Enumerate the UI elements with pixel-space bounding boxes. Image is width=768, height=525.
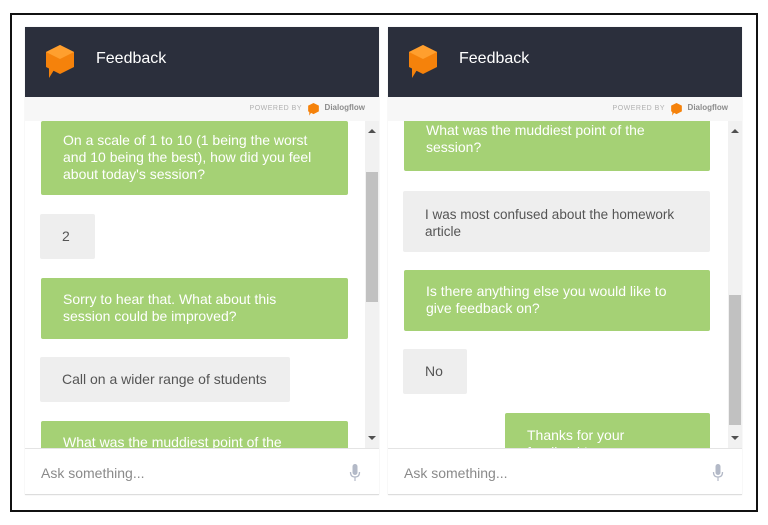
message-list: On a scale of 1 to 10 (1 being the worst… <box>25 121 365 448</box>
dialogflow-logo-icon <box>671 103 682 116</box>
ask-something-input[interactable] <box>402 461 696 485</box>
bot-message: On a scale of 1 to 10 (1 being the worst… <box>41 121 348 195</box>
powered-by-label: POWERED BY <box>612 105 665 112</box>
bot-message: Sorry to hear that. What about this sess… <box>41 278 348 339</box>
scroll-down-arrow-icon[interactable] <box>368 436 376 440</box>
powered-by-label: POWERED BY <box>249 105 302 112</box>
message-list: What was the muddiest point of the sessi… <box>388 121 728 448</box>
user-message: I was most confused about the homework a… <box>403 191 710 252</box>
dialogflow-agent-logo-icon <box>409 45 437 78</box>
message-scrollbar[interactable] <box>365 121 379 448</box>
dialogflow-agent-logo-icon <box>46 45 74 78</box>
chat-header: Feedback <box>25 27 379 97</box>
user-message: Call on a wider range of students <box>40 357 290 402</box>
microphone-icon[interactable] <box>712 464 724 482</box>
bot-message: What was the muddiest point of the sessi… <box>404 121 710 171</box>
user-message: No <box>403 349 467 394</box>
input-bar <box>388 448 742 495</box>
ask-something-input[interactable] <box>39 461 333 485</box>
scrollbar-thumb[interactable] <box>729 295 741 425</box>
input-bar <box>25 448 379 495</box>
scroll-up-arrow-icon[interactable] <box>368 129 376 133</box>
chat-title: Feedback <box>459 50 530 67</box>
dialogflow-logo-icon <box>308 103 319 116</box>
chat-widget-left: Feedback POWERED BY Dialogflow On a scal… <box>25 27 379 495</box>
bot-message: Thanks for your feedback! <box>505 413 710 448</box>
powered-by-bar: POWERED BY Dialogflow <box>25 97 379 121</box>
bot-message: What was the muddiest point of the sessi… <box>41 421 348 448</box>
scroll-up-arrow-icon[interactable] <box>731 129 739 133</box>
scroll-down-arrow-icon[interactable] <box>731 436 739 440</box>
dialogflow-brand[interactable]: Dialogflow <box>688 103 728 112</box>
dialogflow-brand[interactable]: Dialogflow <box>325 103 365 112</box>
microphone-icon[interactable] <box>349 464 361 482</box>
scrollbar-thumb[interactable] <box>366 172 378 302</box>
message-scrollbar[interactable] <box>728 121 742 448</box>
user-message: 2 <box>40 214 95 259</box>
chat-widget-right: Feedback POWERED BY Dialogflow What was … <box>388 27 742 495</box>
bot-message: Is there anything else you would like to… <box>404 270 710 331</box>
chat-title: Feedback <box>96 50 167 67</box>
chat-header: Feedback <box>388 27 742 97</box>
powered-by-bar: POWERED BY Dialogflow <box>388 97 742 121</box>
